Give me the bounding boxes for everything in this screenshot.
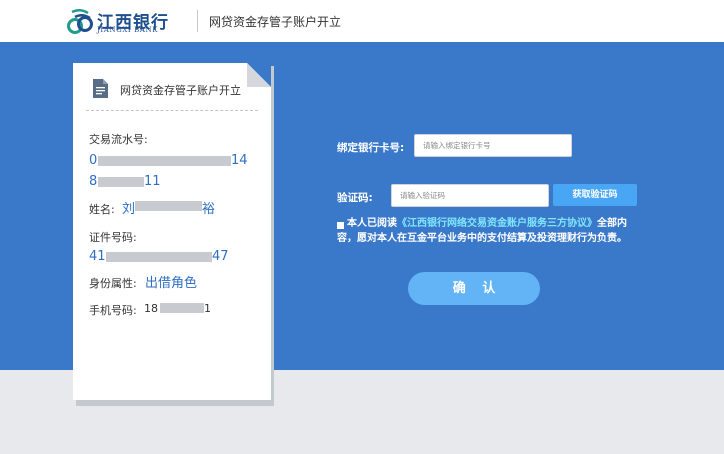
phone-value-end: 1: [204, 302, 211, 315]
id-mask: [106, 252, 212, 262]
name-value-start: 刘: [122, 202, 136, 217]
name-mask: [135, 201, 202, 211]
card-number-label: 绑定银行卡号:: [337, 142, 405, 154]
serial-value-line2-start: 8: [89, 174, 98, 189]
serial-value-line2-end: 11: [144, 174, 161, 189]
phone-value-start: 18: [144, 302, 158, 315]
id-value-start: 41: [89, 249, 106, 264]
phone-label: 手机号码:: [89, 304, 137, 317]
header-divider: [197, 10, 198, 32]
card-number-input[interactable]: [414, 134, 572, 157]
bank-name-en: JIANGXI BANK: [97, 26, 159, 34]
confirm-button[interactable]: 确 认: [408, 272, 540, 305]
get-code-button[interactable]: 获取验证码: [553, 184, 637, 206]
phone-mask: [160, 303, 204, 313]
agreement-prefix: 本人已阅读: [347, 218, 397, 229]
serial-value-line1-start: 0: [89, 153, 98, 168]
bank-logo[interactable]: 江西银行 JIANGXI BANK: [66, 6, 196, 36]
name-value-end: 裕: [202, 202, 216, 217]
card-divider: [86, 110, 258, 111]
id-value-end: 47: [212, 249, 229, 264]
agreement-link[interactable]: 《江西银行网络交易资金账户服务三方协议》: [397, 218, 597, 229]
top-header: 江西银行 JIANGXI BANK 网贷资金存管子账户开立: [0, 0, 724, 42]
card-title: 网贷资金存管子账户开立: [120, 84, 241, 97]
attribute-value: 出借角色: [145, 276, 198, 291]
serial-value-line1-end: 14: [231, 153, 248, 168]
id-label: 证件号码:: [89, 231, 137, 244]
document-icon: [93, 79, 108, 98]
page-title: 网贷资金存管子账户开立: [209, 15, 342, 29]
verification-code-label: 验证码:: [337, 192, 373, 204]
name-label: 姓名:: [89, 203, 115, 216]
serial-label: 交易流水号:: [89, 133, 148, 146]
card-fold-corner: [247, 63, 271, 87]
serial-mask-line1: [98, 156, 231, 166]
attribute-label: 身份属性:: [89, 277, 137, 290]
bank-logo-icon: [67, 9, 93, 34]
agreement-text: 本人已阅读《江西银行网络交易资金账户服务三方协议》全部内容，愿对本人在互金平台业…: [337, 216, 637, 246]
serial-mask-line2: [98, 177, 144, 187]
verification-code-input[interactable]: [391, 184, 549, 207]
